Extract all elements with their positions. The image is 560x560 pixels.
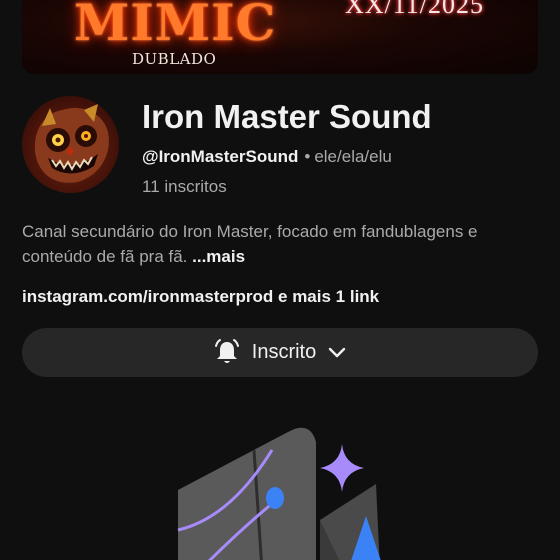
banner-date: XX/11/2025 (344, 0, 484, 19)
channel-page: MIMIC DUBLADO XX/11/2025 Iron Master Sou… (0, 0, 560, 560)
more-links[interactable]: e mais 1 link (278, 287, 379, 306)
banner-title: MIMIC (74, 0, 277, 52)
subscriber-count: 11 inscritos (142, 177, 227, 196)
channel-name: Iron Master Sound (142, 98, 432, 135)
channel-links[interactable]: instagram.com/ironmasterprod e mais 1 li… (22, 287, 379, 307)
subscribed-button[interactable]: Inscrito (22, 328, 538, 377)
pronouns: ele/ela/elu (314, 147, 392, 166)
subscribed-label: Inscrito (251, 341, 317, 363)
empty-state-illustration (170, 420, 400, 560)
bell-icon (214, 338, 239, 363)
avatar[interactable] (22, 96, 119, 193)
description-text: Canal secundário do Iron Master, focado … (22, 222, 478, 266)
channel-description[interactable]: Canal secundário do Iron Master, focado … (22, 219, 542, 269)
more-button[interactable]: ...mais (192, 247, 245, 266)
illustration-graphic (177, 427, 381, 560)
channel-handle: @IronMasterSound (142, 147, 299, 166)
channel-banner[interactable]: MIMIC DUBLADO XX/11/2025 (22, 0, 538, 74)
banner-subtitle: DUBLADO (132, 50, 217, 68)
handle-row: @IronMasterSound • ele/ela/elu (142, 147, 392, 167)
chevron-down-icon (329, 347, 346, 357)
separator-dot: • (304, 147, 311, 166)
animatronic-face-icon (34, 104, 109, 183)
primary-link[interactable]: instagram.com/ironmasterprod (22, 287, 273, 306)
